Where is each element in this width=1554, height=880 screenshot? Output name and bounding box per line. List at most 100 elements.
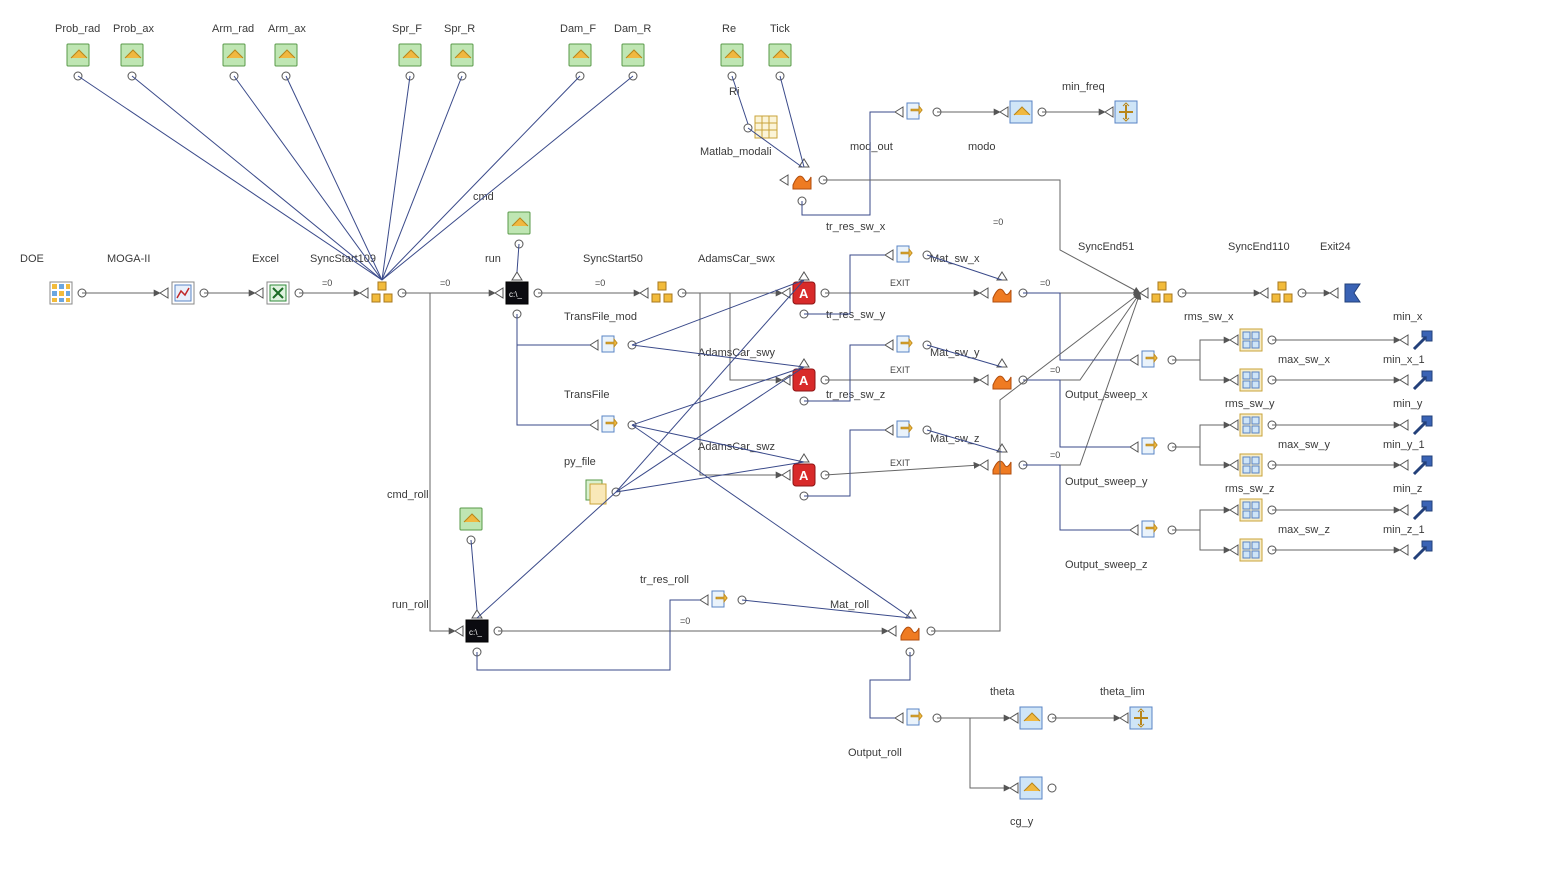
node-tr-res-sw-z[interactable] (885, 419, 931, 441)
label-max-sw-x: max_sw_x (1278, 354, 1330, 366)
label-arm-rad: Arm_rad (212, 23, 254, 35)
node-prob-rad[interactable] (67, 44, 89, 80)
edge-eq0-run: =0 (440, 278, 450, 288)
node-cg-y[interactable] (1010, 777, 1056, 799)
label-re: Re (722, 23, 736, 35)
node-doe[interactable] (50, 282, 86, 304)
node-run[interactable] (495, 272, 542, 318)
node-rms-sw-x[interactable] (1230, 329, 1276, 351)
label-prob-rad: Prob_rad (55, 23, 100, 35)
label-min-y-1: min_y_1 (1383, 439, 1425, 451)
label-sync50: SyncStart50 (583, 253, 643, 265)
edge-eq0-2: =0 (595, 278, 605, 288)
node-cmd[interactable] (508, 212, 530, 248)
node-rms-sw-z[interactable] (1230, 499, 1276, 521)
node-arm-ax[interactable] (275, 44, 297, 80)
node-output-sweep-x[interactable] (1130, 349, 1176, 371)
label-exit24: Exit24 (1320, 241, 1351, 253)
node-min-z-1[interactable] (1400, 541, 1432, 559)
node-re[interactable] (721, 44, 743, 80)
label-prob-ax: Prob_ax (113, 23, 154, 35)
node-output-roll[interactable] (895, 707, 941, 729)
label-sync109: SyncStart109 (310, 253, 376, 265)
node-matlab-modali[interactable] (744, 116, 777, 138)
node-sync50[interactable] (640, 282, 686, 302)
node-output-sweep-z[interactable] (1130, 519, 1176, 541)
label-dam-r: Dam_R (614, 23, 651, 35)
node-max-sw-x[interactable] (1230, 369, 1276, 391)
edges: =0 =0 =0 =0 EXIT EXIT EXIT =0 =0 =0 (78, 76, 1400, 788)
label-modo: modo (968, 141, 996, 153)
node-modo[interactable] (1000, 101, 1046, 123)
node-matlab-roll[interactable] (888, 610, 935, 656)
node-max-sw-z[interactable] (1230, 539, 1276, 561)
node-syncend51[interactable] (1140, 282, 1186, 302)
node-adams-swy[interactable] (782, 359, 829, 405)
node-min-z[interactable] (1400, 501, 1432, 519)
node-transfile-mod[interactable] (590, 334, 636, 356)
node-rms-sw-y[interactable] (1230, 414, 1276, 436)
node-py-file[interactable] (586, 480, 620, 504)
node-tr-res-roll[interactable] (700, 589, 746, 611)
node-spr-r[interactable] (451, 44, 473, 80)
node-matlab-z[interactable] (980, 444, 1027, 474)
label-mat-roll: Mat_roll (830, 599, 869, 611)
edge-eq0-1: =0 (322, 278, 332, 288)
node-exit24[interactable] (1330, 284, 1360, 302)
label-rms-sw-x: rms_sw_x (1184, 311, 1234, 323)
label-adams-swy: AdamsCar_swy (698, 347, 776, 359)
node-arm-rad[interactable] (223, 44, 245, 80)
node-prob-ax[interactable] (121, 44, 143, 80)
edge-eq0-4: =0 (1050, 365, 1060, 375)
node-theta-lim[interactable] (1120, 707, 1152, 729)
node-moga[interactable] (160, 282, 208, 304)
node-output-sweep-y[interactable] (1130, 436, 1176, 458)
label-syncend51: SyncEnd51 (1078, 241, 1134, 253)
label-theta-lim: theta_lim (1100, 686, 1145, 698)
label-mod-out: mod_out (850, 141, 893, 153)
input-row: Prob_rad Prob_ax Arm_rad Arm_ax Spr_F Sp… (55, 23, 791, 80)
label-py-file: py_file (564, 456, 596, 468)
label-transfile-mod: TransFile_mod (564, 311, 637, 323)
node-mod-out[interactable] (895, 101, 941, 123)
label-excel: Excel (252, 253, 279, 265)
node-transfile[interactable] (590, 414, 636, 436)
label-spr-f: Spr_F (392, 23, 422, 35)
node-syncend110[interactable] (1260, 282, 1306, 302)
node-min-x[interactable] (1400, 331, 1432, 349)
label-adams-swx: AdamsCar_swx (698, 253, 776, 265)
label-tr-res-sw-z: tr_res_sw_z (826, 389, 885, 401)
node-adams-swx[interactable] (782, 272, 829, 318)
label-min-z-1: min_z_1 (1383, 524, 1425, 536)
node-min-y-1[interactable] (1400, 456, 1432, 474)
node-min-x-1[interactable] (1400, 371, 1432, 389)
node-tr-res-sw-y[interactable] (885, 334, 931, 356)
node-cmd-roll[interactable] (460, 508, 482, 544)
label-transfile: TransFile (564, 389, 609, 401)
label-rms-sw-z: rms_sw_z (1225, 483, 1275, 495)
node-max-sw-y[interactable] (1230, 454, 1276, 476)
node-sync109[interactable] (360, 282, 406, 302)
node-adams-swz[interactable] (782, 454, 829, 500)
node-matlab-x[interactable] (980, 272, 1027, 302)
label-dam-f: Dam_F (560, 23, 596, 35)
node-dam-f[interactable] (569, 44, 591, 80)
label-output-roll: Output_roll (848, 747, 902, 759)
label-output-sweep-z: Output_sweep_z (1065, 559, 1148, 571)
node-tick[interactable] (769, 44, 791, 80)
node-spr-f[interactable] (399, 44, 421, 80)
node-excel[interactable] (255, 282, 303, 304)
label-run: run (485, 253, 501, 265)
node-min-freq[interactable] (1105, 101, 1137, 123)
edge-exit-y: EXIT (890, 365, 911, 375)
workflow-diagram: c:\_ A (0, 0, 1554, 880)
node-theta[interactable] (1010, 707, 1056, 729)
label-cg-y: cg_y (1010, 816, 1034, 828)
node-min-y[interactable] (1400, 416, 1432, 434)
node-dam-r[interactable] (622, 44, 644, 80)
label-tr-res-sw-y: tr_res_sw_y (826, 309, 886, 321)
label-run-roll: run_roll (392, 599, 429, 611)
label-moga: MOGA-II (107, 253, 150, 265)
node-tr-res-sw-x[interactable] (885, 244, 931, 266)
label-tr-res-roll: tr_res_roll (640, 574, 689, 586)
